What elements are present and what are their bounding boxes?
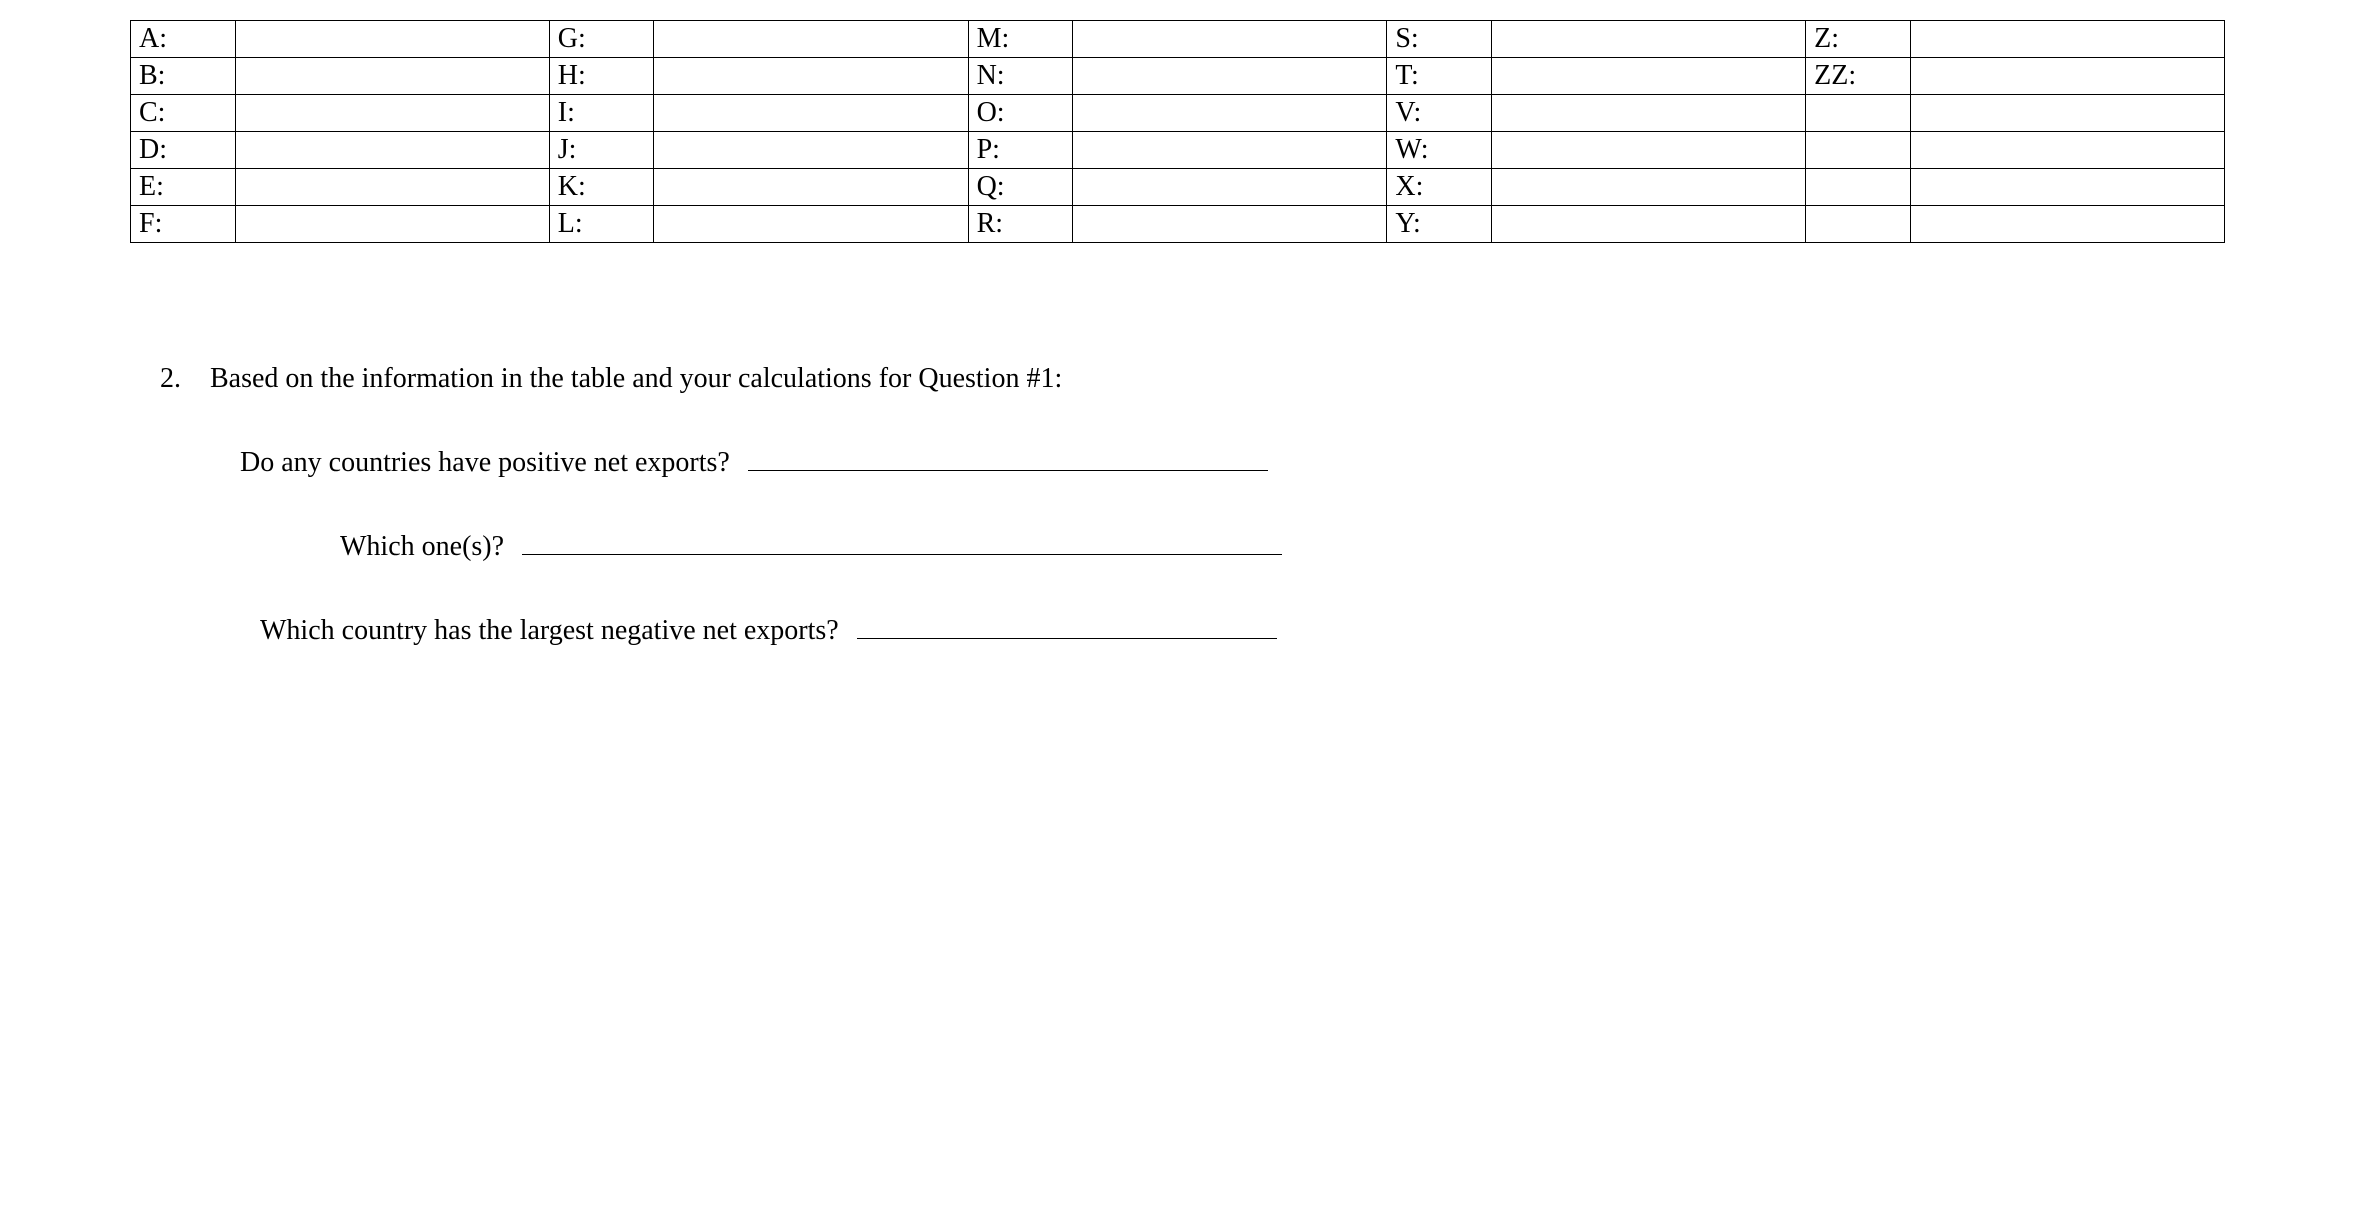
question-line-c: Which country has the largest negative n… — [260, 613, 2225, 647]
answer-blank-a[interactable] — [748, 445, 1268, 471]
question-line-b: Which one(s)? — [340, 529, 2225, 563]
cell-label: D: — [131, 132, 236, 169]
cell-label: G: — [549, 21, 654, 58]
cell-value[interactable] — [654, 58, 968, 95]
cell-value[interactable] — [1910, 132, 2224, 169]
table-row: D: J: P: W: — [131, 132, 2225, 169]
cell-label: W: — [1387, 132, 1492, 169]
question-prompt: Based on the information in the table an… — [210, 363, 2225, 395]
cell-label: S: — [1387, 21, 1492, 58]
cell-value[interactable] — [1073, 58, 1387, 95]
answer-table: A: G: M: S: Z: B: H: N: T: ZZ: C: I: — [130, 20, 2225, 243]
cell-value[interactable] — [654, 206, 968, 243]
question-line-a: Do any countries have positive net expor… — [240, 445, 2225, 479]
table-row: C: I: O: V: — [131, 95, 2225, 132]
cell-value[interactable] — [1910, 169, 2224, 206]
cell-label: A: — [131, 21, 236, 58]
answer-blank-b[interactable] — [522, 529, 1282, 555]
cell-value[interactable] — [1073, 21, 1387, 58]
cell-label: V: — [1387, 95, 1492, 132]
cell-label: H: — [549, 58, 654, 95]
cell-label: J: — [549, 132, 654, 169]
question-text-c: Which country has the largest negative n… — [260, 615, 839, 647]
cell-label: C: — [131, 95, 236, 132]
cell-value[interactable] — [1073, 169, 1387, 206]
cell-value[interactable] — [654, 95, 968, 132]
cell-label — [1806, 169, 1911, 206]
cell-label: T: — [1387, 58, 1492, 95]
cell-label: R: — [968, 206, 1073, 243]
cell-label: N: — [968, 58, 1073, 95]
cell-value[interactable] — [1492, 21, 1806, 58]
cell-value[interactable] — [1492, 58, 1806, 95]
cell-label: P: — [968, 132, 1073, 169]
question-number: 2. — [160, 363, 210, 395]
cell-label — [1806, 132, 1911, 169]
cell-label: I: — [549, 95, 654, 132]
cell-label — [1806, 206, 1911, 243]
cell-value[interactable] — [235, 21, 549, 58]
cell-label: X: — [1387, 169, 1492, 206]
table-row: B: H: N: T: ZZ: — [131, 58, 2225, 95]
cell-value[interactable] — [1910, 95, 2224, 132]
cell-value[interactable] — [1492, 169, 1806, 206]
cell-label: O: — [968, 95, 1073, 132]
question-text-a: Do any countries have positive net expor… — [240, 447, 730, 479]
cell-label — [1806, 95, 1911, 132]
question-2: 2. Based on the information in the table… — [160, 363, 2225, 647]
cell-label: L: — [549, 206, 654, 243]
cell-label: K: — [549, 169, 654, 206]
cell-value[interactable] — [235, 95, 549, 132]
question-text-b: Which one(s)? — [340, 531, 504, 563]
cell-value[interactable] — [1492, 132, 1806, 169]
answer-blank-c[interactable] — [857, 613, 1277, 639]
cell-value[interactable] — [1073, 206, 1387, 243]
cell-value[interactable] — [235, 169, 549, 206]
cell-label: ZZ: — [1806, 58, 1911, 95]
cell-label: M: — [968, 21, 1073, 58]
cell-value[interactable] — [1910, 58, 2224, 95]
cell-label: E: — [131, 169, 236, 206]
table-row: A: G: M: S: Z: — [131, 21, 2225, 58]
table-row: F: L: R: Y: — [131, 206, 2225, 243]
cell-value[interactable] — [1910, 21, 2224, 58]
cell-value[interactable] — [654, 169, 968, 206]
cell-value[interactable] — [654, 132, 968, 169]
cell-label: Q: — [968, 169, 1073, 206]
cell-label: Z: — [1806, 21, 1911, 58]
cell-value[interactable] — [1910, 206, 2224, 243]
table-row: E: K: Q: X: — [131, 169, 2225, 206]
cell-value[interactable] — [235, 58, 549, 95]
cell-value[interactable] — [1492, 95, 1806, 132]
cell-value[interactable] — [1492, 206, 1806, 243]
cell-value[interactable] — [1073, 132, 1387, 169]
cell-label: B: — [131, 58, 236, 95]
cell-label: Y: — [1387, 206, 1492, 243]
cell-value[interactable] — [235, 206, 549, 243]
cell-value[interactable] — [1073, 95, 1387, 132]
cell-value[interactable] — [235, 132, 549, 169]
cell-label: F: — [131, 206, 236, 243]
cell-value[interactable] — [654, 21, 968, 58]
